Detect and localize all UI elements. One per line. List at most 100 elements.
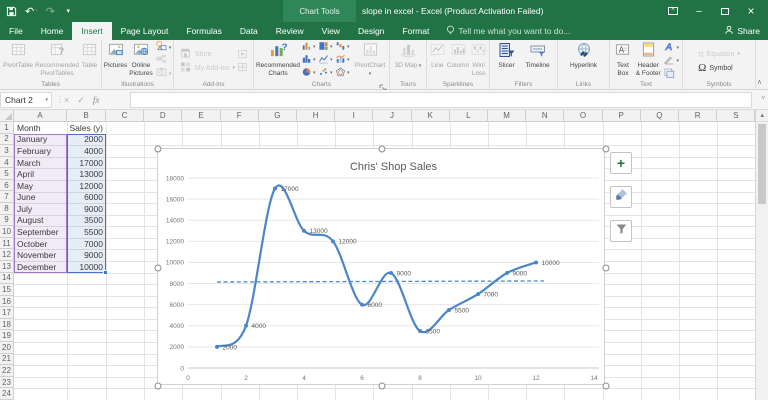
tab-formulas[interactable]: Formulas [177, 22, 230, 40]
row-header-13[interactable]: 13 [0, 260, 14, 273]
cell-B4[interactable]: 17000 [67, 157, 106, 169]
cell-A11[interactable]: October [14, 238, 67, 250]
row-header-24[interactable]: 24 [0, 388, 14, 400]
scatter-chart-button[interactable]: ▾ [318, 68, 335, 79]
tell-me[interactable]: Tell me what you want to do... [438, 22, 570, 40]
scrollbar-thumb[interactable] [758, 124, 766, 204]
pivottable-button[interactable]: PivotTable [3, 42, 33, 70]
customize-qat-icon[interactable]: ▾ [66, 7, 70, 15]
chart-selection-handle[interactable] [154, 264, 162, 271]
row-header-21[interactable]: 21 [0, 353, 14, 366]
row-header-6[interactable]: 6 [0, 179, 14, 192]
worksheet-grid[interactable]: A B C D E F G H I J K L M N O P Q R S 1 2 3 4 5 6 7 8 9 10 11 12 13 14 15… [0, 110, 768, 400]
screenshot-button[interactable]: ▾ [155, 67, 171, 80]
row-header-4[interactable]: 4 [0, 156, 14, 169]
my-add-ins-button[interactable]: My Add-ins ▾ [179, 62, 235, 74]
cell-B12[interactable]: 9000 [67, 249, 106, 261]
tab-data[interactable]: Data [231, 22, 267, 40]
cell-A5[interactable]: April [14, 168, 67, 180]
tab-page-layout[interactable]: Page Layout [112, 22, 178, 40]
radar-chart-button[interactable]: ▾ [335, 67, 352, 79]
select-all-corner[interactable] [0, 110, 14, 122]
row-header-11[interactable]: 11 [0, 237, 14, 250]
row-header-1[interactable]: 1 [0, 122, 14, 134]
row-header-9[interactable]: 9 [0, 214, 14, 227]
chart-selection-handle[interactable] [602, 145, 610, 153]
row-header-22[interactable]: 22 [0, 365, 14, 377]
undo-icon[interactable]: ↶ ▾ [25, 5, 38, 18]
pie-chart-button[interactable]: ▾ [301, 68, 318, 79]
cell-A8[interactable]: July [14, 203, 67, 215]
column-header-R[interactable]: R [679, 110, 718, 122]
pivotchart-button[interactable]: PivotChart ▾ [354, 42, 386, 78]
row-header-14[interactable]: 14 [0, 272, 14, 285]
cell-B5[interactable]: 13000 [67, 168, 106, 180]
cell-A6[interactable]: May [14, 180, 67, 192]
insert-function-icon[interactable]: fx [93, 95, 100, 105]
column-header-E[interactable]: E [182, 110, 221, 122]
recommended-pivottables-button[interactable]: ? Recommended PivotTables [35, 42, 79, 77]
row-header-12[interactable]: 12 [0, 249, 14, 261]
cell-A4[interactable]: March [14, 157, 67, 169]
cell-A10[interactable]: September [14, 226, 67, 238]
name-box[interactable]: Chart 2 ▾ [0, 92, 52, 108]
store-button[interactable]: Store [179, 48, 235, 60]
vertical-scrollbar[interactable]: ▲ [755, 110, 768, 400]
expand-formula-bar-icon[interactable]: ˅ [761, 96, 765, 102]
ribbon-display-options-icon[interactable]: ^ [660, 0, 686, 22]
enter-icon[interactable]: ✓ [77, 95, 85, 106]
online-pictures-button[interactable]: Online Pictures [129, 42, 153, 77]
chart-filters-button[interactable] [610, 220, 632, 242]
chart-elements-button[interactable]: + [610, 152, 632, 174]
restore-icon[interactable] [712, 0, 738, 22]
row-header-19[interactable]: 19 [0, 330, 14, 343]
row-header-16[interactable]: 16 [0, 295, 14, 308]
cell-A9[interactable]: August [14, 215, 67, 227]
column-header-J[interactable]: J [373, 110, 412, 122]
line-button[interactable]: Line [430, 42, 445, 70]
row-header-10[interactable]: 10 [0, 226, 14, 238]
row-header-23[interactable]: 23 [0, 376, 14, 389]
formula-input[interactable] [130, 92, 752, 108]
header-footer-button[interactable]: Header & Footer [635, 42, 662, 77]
cell-A1[interactable]: Month [14, 122, 67, 134]
row-header-15[interactable]: 15 [0, 284, 14, 296]
cell-B11[interactable]: 7000 [67, 238, 106, 250]
chart-selection-handle[interactable] [154, 382, 162, 390]
column-header-H[interactable]: H [297, 110, 336, 122]
pictures-button[interactable]: Pictures [104, 42, 127, 70]
column-header-K[interactable]: K [411, 110, 450, 122]
scroll-up-icon[interactable]: ▲ [756, 110, 768, 122]
row-header-18[interactable]: 18 [0, 318, 14, 331]
tab-design[interactable]: Design [349, 22, 393, 40]
row-header-3[interactable]: 3 [0, 145, 14, 157]
cell-B10[interactable]: 5500 [67, 226, 106, 238]
chart-selection-handle[interactable] [602, 264, 610, 271]
column-header-Q[interactable]: Q [640, 110, 679, 122]
chart[interactable]: 0 2000 4000 6000 8000 10000 12000 14000 16000 180… [154, 145, 610, 390]
win-loss-button[interactable]: Win/ Loss [471, 42, 486, 77]
cell-B8[interactable]: 9000 [67, 203, 106, 215]
row-header-5[interactable]: 5 [0, 168, 14, 180]
column-header-I[interactable]: I [335, 110, 374, 122]
tab-file[interactable]: File [0, 22, 32, 40]
save-icon[interactable] [6, 6, 17, 17]
cell-A3[interactable]: February [14, 145, 67, 157]
symbol-button[interactable]: Ω Symbol [698, 62, 740, 74]
redo-icon[interactable]: ↷ ▾ [46, 5, 59, 18]
close-icon[interactable]: × [738, 0, 764, 22]
column-header-F[interactable]: F [220, 110, 259, 122]
cell-A7[interactable]: June [14, 191, 67, 203]
object-button[interactable] [663, 68, 679, 80]
row-header-7[interactable]: 7 [0, 191, 14, 204]
column-header-A[interactable]: A [14, 110, 67, 122]
row-header-2[interactable]: 2 [0, 133, 14, 146]
chart-selection-handle[interactable] [378, 382, 386, 390]
row-header-20[interactable]: 20 [0, 342, 14, 354]
tab-format[interactable]: Format [393, 22, 438, 40]
column-header-D[interactable]: D [144, 110, 183, 122]
text-box-button[interactable]: A Text Box [613, 42, 633, 77]
column-header-G[interactable]: G [258, 110, 297, 122]
column-button[interactable]: Column [447, 42, 469, 70]
cell-B6[interactable]: 12000 [67, 180, 106, 192]
